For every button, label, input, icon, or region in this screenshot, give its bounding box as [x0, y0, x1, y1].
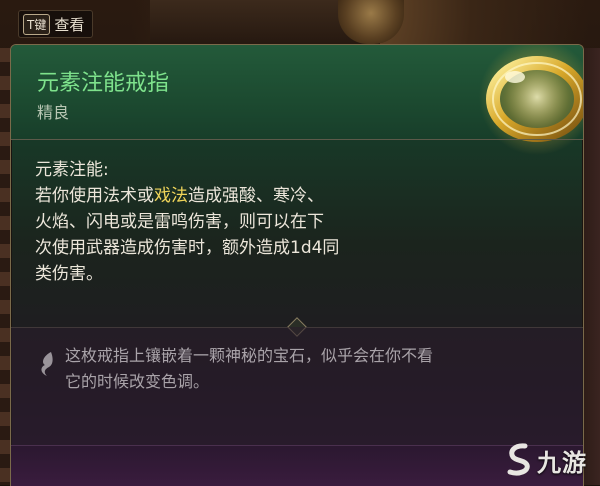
- quill-icon: [41, 352, 53, 376]
- item-name: 元素注能戒指: [37, 71, 170, 96]
- flavor-text: 这枚戒指上镶嵌着一颗神秘的宝石，似乎会在你不看 它的时候改变色调。: [65, 343, 565, 395]
- header-divider: [11, 139, 583, 140]
- inspect-label: 查看: [54, 15, 85, 34]
- cantrip-keyword[interactable]: 戏法: [154, 186, 188, 206]
- flavor-line: 这枚戒指上镶嵌着一颗神秘的宝石，似乎会在你不看: [65, 346, 434, 365]
- site-watermark: 九游: [505, 438, 597, 482]
- keybind-badge: T键: [23, 13, 51, 35]
- tooltip-footer: [11, 445, 583, 486]
- gold-ring-icon: [479, 45, 583, 155]
- inspect-hint[interactable]: T键 查看: [18, 10, 94, 38]
- watermark-text: 九游: [537, 448, 587, 477]
- item-rarity: 精良: [37, 103, 70, 122]
- watermark-logo-icon: [507, 443, 530, 476]
- flavor-line: 它的时候改变色调。: [65, 372, 210, 391]
- effect-line: 若你使用法术或戏法造成强酸、寒冷、: [35, 186, 324, 206]
- scene-left-edge: [0, 48, 10, 485]
- effect-line: 次使用武器造成伤害时，额外造成1d4同: [35, 238, 340, 258]
- effect-line: 类伤害。: [35, 264, 103, 284]
- item-description: 元素注能: 若你使用法术或戏法造成强酸、寒冷、 火焰、闪电或是雷鸣伤害，则可以在…: [35, 157, 555, 287]
- flavor-section: 这枚戒指上镶嵌着一颗神秘的宝石，似乎会在你不看 它的时候改变色调。: [11, 327, 583, 445]
- effect-line: 火焰、闪电或是雷鸣伤害，则可以在下: [35, 212, 324, 232]
- item-tooltip: 元素注能戒指 精良 元素注能: 若你使用法术或戏法造成强酸、寒冷、 火焰、闪电或…: [10, 44, 584, 486]
- effect-heading: 元素注能:: [35, 160, 109, 180]
